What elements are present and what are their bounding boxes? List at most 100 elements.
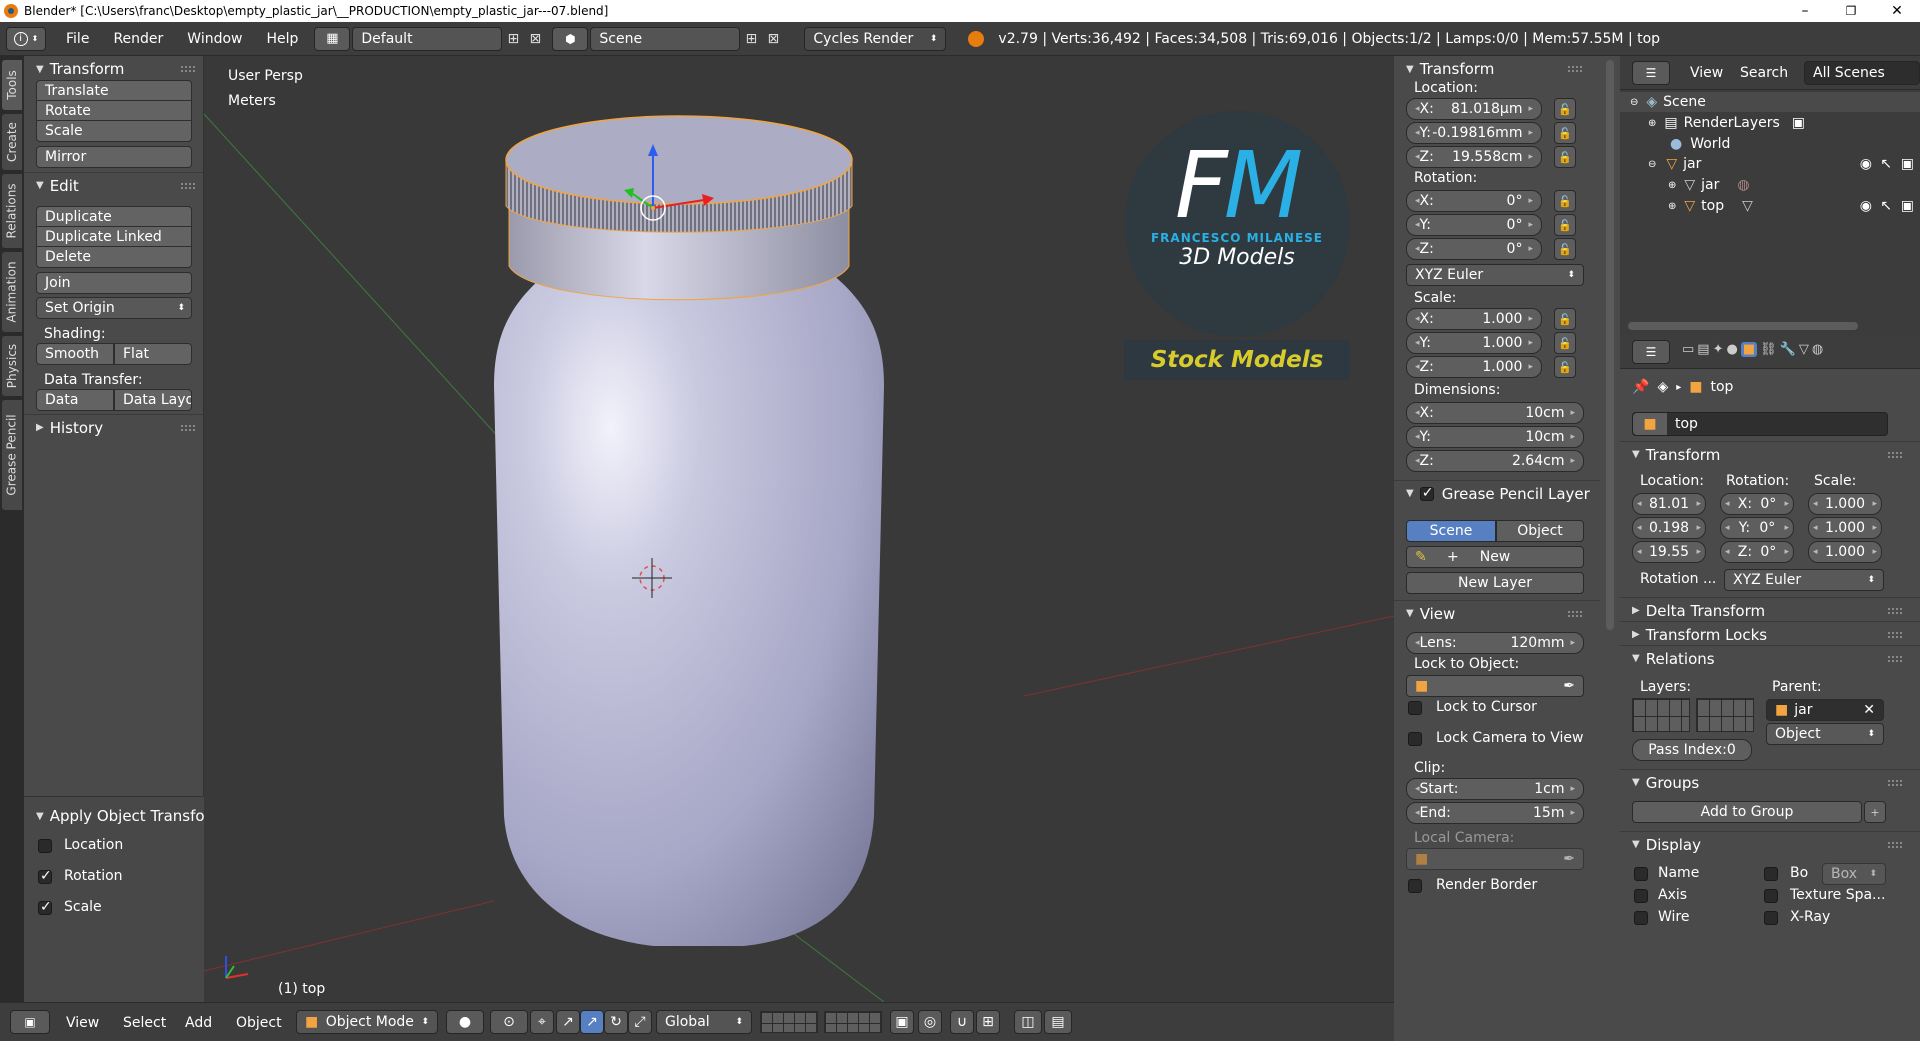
relations-header[interactable]: ▼ Relations — [1620, 645, 1920, 671]
rotation-mode-dropdown[interactable]: XYZ Euler ⬍ — [1406, 264, 1584, 286]
translate-manipulator-active[interactable]: ↗ — [580, 1010, 604, 1034]
parent-field[interactable]: ■ jar ✕ — [1766, 699, 1884, 721]
lock-camera-checkbox[interactable] — [1408, 732, 1422, 746]
grease-pencil-checkbox[interactable] — [1419, 485, 1434, 501]
opengl-render-button[interactable]: ◫ — [1014, 1010, 1042, 1034]
scale-y-field[interactable]: ◂ Y: 1.000 ▸ — [1406, 332, 1542, 354]
snap-toggle[interactable]: ∪ — [950, 1010, 974, 1034]
eyedropper-icon[interactable]: ✒ — [1563, 678, 1575, 694]
join-button[interactable]: Join — [36, 272, 192, 294]
eye-icon[interactable]: ◉ — [1860, 198, 1872, 214]
outliner-row-scene[interactable]: ⊖ ◈ Scene — [1620, 92, 1920, 112]
add-to-group-button[interactable]: Add to Group — [1632, 801, 1862, 823]
viewport-add-menu[interactable]: Add — [185, 1015, 212, 1031]
expand-icon[interactable]: ⊕ — [1668, 201, 1676, 212]
outliner-row-top[interactable]: ⊕ ▽ top ▽ ◉ ↖ ▣ — [1620, 196, 1920, 216]
drag-grip-icon[interactable] — [1568, 611, 1582, 617]
eyedropper-icon[interactable]: ✒ — [1563, 851, 1575, 867]
scale-checkbox[interactable] — [38, 899, 52, 915]
flat-button[interactable]: Flat — [114, 343, 192, 365]
minimize-button[interactable]: – — [1782, 0, 1828, 22]
location-checkbox[interactable] — [38, 839, 52, 853]
grease-pencil-header[interactable]: ▼ Grease Pencil Layer — [1394, 480, 1600, 506]
outliner-filter-dropdown[interactable]: All Scenes — [1804, 61, 1920, 85]
collapse-icon[interactable]: ⊖ — [1648, 159, 1656, 170]
outliner-row-jar[interactable]: ⊖ ▽ jar ◉ ↖ ▣ — [1620, 154, 1920, 174]
props-loc-y[interactable]: ◂ 0.198 ▸ — [1632, 517, 1706, 539]
npanel-scrollbar[interactable] — [1600, 56, 1620, 1002]
outliner-row-world[interactable]: ● World — [1620, 134, 1920, 154]
cursor-select-icon[interactable]: ↖ — [1880, 156, 1892, 172]
local-camera-field[interactable]: ■ ✒ — [1406, 848, 1584, 870]
drag-grip-icon[interactable] — [1888, 452, 1902, 458]
location-y-field[interactable]: ◂ Y: -0.19816mm ▸ — [1406, 122, 1542, 144]
proportional-edit-button[interactable]: ◎ — [918, 1010, 942, 1034]
location-z-field[interactable]: ◂ Z: 19.558cm ▸ — [1406, 146, 1542, 168]
drag-grip-icon[interactable] — [1888, 780, 1902, 786]
lock-icon[interactable]: 🔓 — [1554, 332, 1576, 354]
properties-editor-type[interactable]: ☰ — [1632, 340, 1670, 364]
scale-x-field[interactable]: ◂ X: 1.000 ▸ — [1406, 308, 1542, 330]
collapse-icon[interactable]: ⊖ — [1630, 97, 1638, 108]
scene-field[interactable]: Scene — [590, 26, 741, 51]
camera-render-icon[interactable]: ▣ — [1901, 156, 1914, 172]
display-xray-checkbox[interactable] — [1764, 911, 1778, 925]
drag-grip-icon[interactable] — [1888, 656, 1902, 662]
outliner-editor-type[interactable]: ☰ — [1632, 61, 1670, 85]
pin-icon[interactable]: 📌 — [1632, 379, 1649, 395]
clear-parent-icon[interactable]: ✕ — [1863, 702, 1875, 718]
cursor-select-icon[interactable]: ↖ — [1880, 198, 1892, 214]
props-rot-z[interactable]: ◂ Z: 0° ▸ — [1720, 541, 1794, 563]
tab-tools[interactable]: Tools — [2, 60, 22, 110]
cap-top[interactable] — [505, 115, 853, 205]
transform-panel-header[interactable]: ▼ Transform — [24, 56, 203, 82]
drag-grip-icon[interactable] — [1888, 632, 1902, 638]
display-texture-space-checkbox[interactable] — [1764, 889, 1778, 903]
display-name-checkbox[interactable] — [1634, 867, 1648, 881]
lock-icon[interactable]: 🔓 — [1554, 214, 1576, 236]
layers-grid-left[interactable] — [760, 1011, 818, 1033]
tab-physics[interactable]: Physics — [2, 336, 22, 396]
object-name-field[interactable]: ■ top — [1632, 412, 1888, 436]
delete-button[interactable]: Delete — [36, 246, 192, 268]
props-rotation-mode-dropdown[interactable]: XYZ Euler ⬍ — [1724, 569, 1884, 591]
scene-selector-button[interactable]: ⬢ — [552, 26, 589, 51]
lock-icon[interactable]: 🔓 — [1554, 146, 1576, 168]
layers-grid-2[interactable] — [1696, 698, 1754, 732]
lens-field[interactable]: ◂ Lens: 120mm ▸ — [1406, 632, 1584, 654]
outliner-row-jar-mesh[interactable]: ⊕ ▽ jar ◍ — [1620, 175, 1920, 195]
transform-locks-header[interactable]: ▶ Transform Locks — [1620, 621, 1920, 647]
menu-help[interactable]: Help — [254, 31, 310, 47]
props-rot-y[interactable]: ◂ Y: 0° ▸ — [1720, 517, 1794, 539]
translate-manipulator[interactable]: ↗ — [556, 1010, 580, 1034]
drag-grip-icon[interactable] — [1888, 608, 1902, 614]
add-group-plus-icon[interactable]: + — [1864, 801, 1886, 823]
material-tab-icon[interactable]: ◍ — [1812, 342, 1823, 357]
add-layout-icon[interactable]: ⊞ — [502, 28, 524, 50]
viewport-editor-type[interactable]: ▣ — [10, 1010, 50, 1034]
new-gp-button[interactable]: ✎ + New — [1406, 546, 1584, 568]
maximize-button[interactable]: ❐ — [1828, 0, 1874, 22]
shading-dropdown[interactable]: ● — [446, 1010, 484, 1034]
data-layout-button[interactable]: Data Layo — [114, 389, 192, 411]
drag-grip-icon[interactable] — [181, 425, 195, 431]
dimension-z-field[interactable]: ◂ Z: 2.64cm ▸ — [1406, 450, 1584, 472]
props-loc-z[interactable]: ◂ 19.55 ▸ — [1632, 541, 1706, 563]
props-scale-x[interactable]: ◂ 1.000 ▸ — [1808, 493, 1882, 515]
props-loc-x[interactable]: ◂ 81.01 ▸ — [1632, 493, 1706, 515]
screen-layout-field[interactable]: Default — [352, 26, 503, 51]
scale-z-field[interactable]: ◂ Z: 1.000 ▸ — [1406, 356, 1542, 378]
layer-lock-button[interactable]: ▣ — [890, 1010, 914, 1034]
view-panel-header[interactable]: ▼ View — [1394, 600, 1600, 626]
constraints-tab-icon[interactable]: ⛓ — [1760, 342, 1777, 357]
scale-button[interactable]: Scale — [36, 120, 192, 142]
outliner-search-menu[interactable]: Search — [1740, 65, 1788, 81]
orientation-dropdown[interactable]: Global ⬍ — [656, 1010, 752, 1034]
layers-grid-right[interactable] — [824, 1011, 882, 1033]
expand-icon[interactable]: ⊕ — [1648, 118, 1656, 129]
render-border-checkbox[interactable] — [1408, 879, 1422, 893]
clip-start-field[interactable]: ◂ Start: 1cm ▸ — [1406, 778, 1584, 800]
object-cube-icon[interactable]: ■ — [1633, 413, 1667, 435]
camera-render-icon[interactable]: ▣ — [1901, 198, 1914, 214]
eye-icon[interactable]: ◉ — [1860, 156, 1872, 172]
